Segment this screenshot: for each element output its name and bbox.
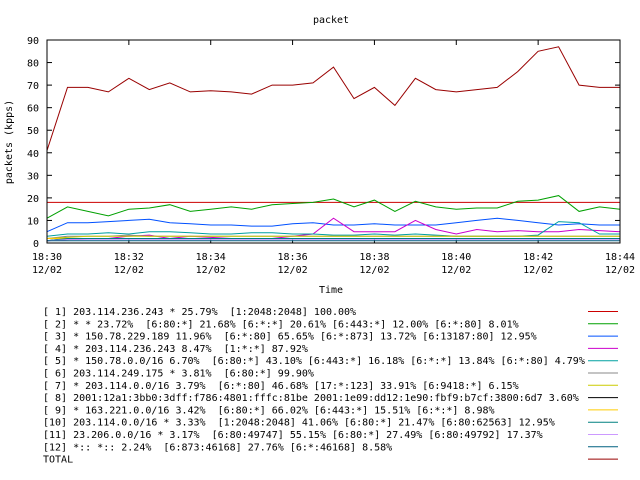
legend-entry-label: [ 6] 203.114.249.175 * 3.81% [6:80:*] 99… (43, 369, 314, 380)
x-tick-date-label: 12/02 (32, 265, 62, 276)
x-tick-time-label: 18:40 (441, 252, 471, 263)
y-tick-label: 10 (27, 216, 39, 227)
legend-entry-label: [ 7] * 203.114.0.0/16 3.79% [6:*:80] 46.… (43, 381, 519, 392)
legend-entry-label: [11] 23.206.0.0/16 * 3.17% [6:80:49747] … (43, 430, 543, 441)
plot-frame (46, 39, 621, 244)
x-tick-time-label: 18:44 (605, 252, 635, 263)
series-line-2 (46, 195, 621, 219)
legend: [ 1] 203.114.236.243 * 25.79% [1:2048:20… (43, 307, 618, 466)
x-tick-date-label: 12/02 (196, 265, 226, 276)
x-tick-date-label: 12/02 (441, 265, 471, 276)
y-tick-label: 30 (27, 171, 39, 182)
series-line-13 (46, 46, 620, 151)
y-tick-label: 40 (27, 149, 39, 160)
legend-entry-label: [ 2] * * 23.72% [6:80:*] 21.68% [6:*:*] … (43, 319, 519, 330)
legend-entry-label: [10] 203.114.0.0/16 * 3.33% [1:2048:2048… (43, 418, 555, 429)
x-tick-time-label: 18:34 (196, 252, 226, 263)
y-tick-label: 0 (33, 239, 39, 250)
y-tick-label: 60 (27, 104, 39, 115)
y-axis-label: packets (kpps) (4, 100, 15, 184)
y-axis-ticks: 0 10 20 30 40 50 60 70 80 90 (27, 36, 620, 250)
x-tick-time-label: 18:32 (114, 252, 144, 263)
series-line-4 (46, 217, 621, 242)
x-tick-time-label: 18:36 (278, 252, 308, 263)
x-tick-date-label: 12/02 (605, 265, 635, 276)
y-tick-label: 80 (27, 59, 39, 70)
plot-series (46, 46, 621, 242)
x-tick-date-label: 12/02 (359, 265, 389, 276)
packet-chart: packet packets (kpps) Time 0 10 20 30 40 50 60… (4, 15, 635, 466)
legend-entry-label: [ 5] * 150.78.0.0/16 6.70% [6:80:*] 43.1… (43, 356, 585, 367)
series-line-5 (46, 221, 620, 237)
chart-title: packet (313, 15, 349, 26)
x-tick-date-label: 12/02 (114, 265, 144, 276)
y-tick-label: 90 (27, 36, 39, 47)
y-tick-label: 20 (27, 194, 39, 205)
legend-entry-label: [12] *:: *:: 2.24% [6:873:46168] 27.76% … (43, 442, 392, 453)
x-tick-date-label: 12/02 (278, 265, 308, 276)
legend-entry-label: [ 3] * 150.78.229.189 11.96% [6:*:80] 65… (43, 332, 537, 343)
legend-entry-label: TOTAL (43, 455, 73, 466)
x-tick-time-label: 18:38 (359, 252, 389, 263)
legend-entry-label: [ 9] * 163.221.0.0/16 3.42% [6:80:*] 66.… (43, 405, 495, 416)
series-line-3 (46, 217, 620, 233)
x-axis-label: Time (319, 285, 343, 296)
x-tick-date-label: 12/02 (523, 265, 553, 276)
x-tick-time-label: 18:42 (523, 252, 553, 263)
y-tick-label: 50 (27, 126, 39, 137)
legend-entry-label: [ 1] 203.114.236.243 * 25.79% [1:2048:20… (43, 307, 356, 318)
legend-entry-label: [ 8] 2001:12a1:3bb0:3dff:f786:4801:fffc:… (43, 393, 579, 404)
y-tick-label: 70 (27, 81, 39, 92)
x-tick-time-label: 18:30 (32, 252, 62, 263)
legend-entry-label: [ 4] * 203.114.236.243 8.47% [1:*:*] 87.… (43, 344, 308, 355)
